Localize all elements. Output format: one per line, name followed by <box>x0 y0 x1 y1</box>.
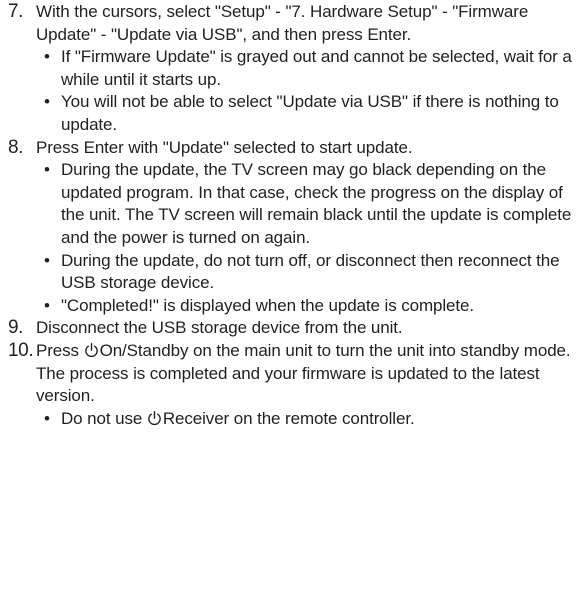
step-text-lead: Press <box>36 340 84 360</box>
step-text: Press Enter with "Update" selected to st… <box>36 137 413 157</box>
list-item: • "Completed!" is displayed when the upd… <box>8 295 573 318</box>
step-number: 8. <box>8 136 24 158</box>
bullet-icon: • <box>44 160 50 180</box>
note-text: During the update, the TV screen may go … <box>61 160 572 247</box>
list-item: • During the update, do not turn off, or… <box>8 250 573 295</box>
note-text: "Completed!" is displayed when the updat… <box>61 295 475 315</box>
step-number: 9. <box>8 317 24 339</box>
step-number: 10. <box>8 339 34 361</box>
bullet-icon: • <box>44 295 50 315</box>
power-standby-icon <box>84 342 99 358</box>
note-text-rest: Receiver on the remote controller. <box>162 408 415 428</box>
power-standby-icon <box>147 410 162 426</box>
step-text-rest: On/Standby on the main unit to turn the … <box>36 340 571 406</box>
bullet-icon: • <box>44 47 50 67</box>
step-text: Press On/Standby on the main unit to tur… <box>36 340 573 408</box>
step-10: 10. Press On/Standby on the main unit to… <box>8 340 573 408</box>
note-text: If "Firmware Update" is grayed out and c… <box>61 47 572 89</box>
step-7-notes: • If "Firmware Update" is grayed out and… <box>8 46 573 136</box>
note-text: You will not be able to select "Update v… <box>61 92 559 134</box>
step-8: 8. Press Enter with "Update" selected to… <box>8 137 573 160</box>
step-8-notes: • During the update, the TV screen may g… <box>8 159 573 317</box>
step-10-notes: • Do not use Receiver on the remote cont… <box>8 408 573 431</box>
step-text: Disconnect the USB storage device from t… <box>36 318 403 338</box>
step-number: 7. <box>8 1 24 22</box>
bullet-icon: • <box>44 92 50 112</box>
list-item: • Do not use Receiver on the remote cont… <box>8 408 573 431</box>
list-item: • You will not be able to select "Update… <box>8 91 573 136</box>
firmware-update-instructions: 7. With the cursors, select "Setup" - "7… <box>8 1 573 430</box>
bullet-icon: • <box>44 250 50 270</box>
step-7: 7. With the cursors, select "Setup" - "7… <box>8 1 573 46</box>
list-item: • If "Firmware Update" is grayed out and… <box>8 46 573 91</box>
list-item: • During the update, the TV screen may g… <box>8 159 573 249</box>
note-text-lead: Do not use <box>61 408 147 428</box>
note-text: During the update, do not turn off, or d… <box>61 250 560 293</box>
step-9: 9. Disconnect the USB storage device fro… <box>8 317 573 340</box>
step-text: With the cursors, select "Setup" - "7. H… <box>36 2 529 44</box>
bullet-icon: • <box>44 408 50 428</box>
